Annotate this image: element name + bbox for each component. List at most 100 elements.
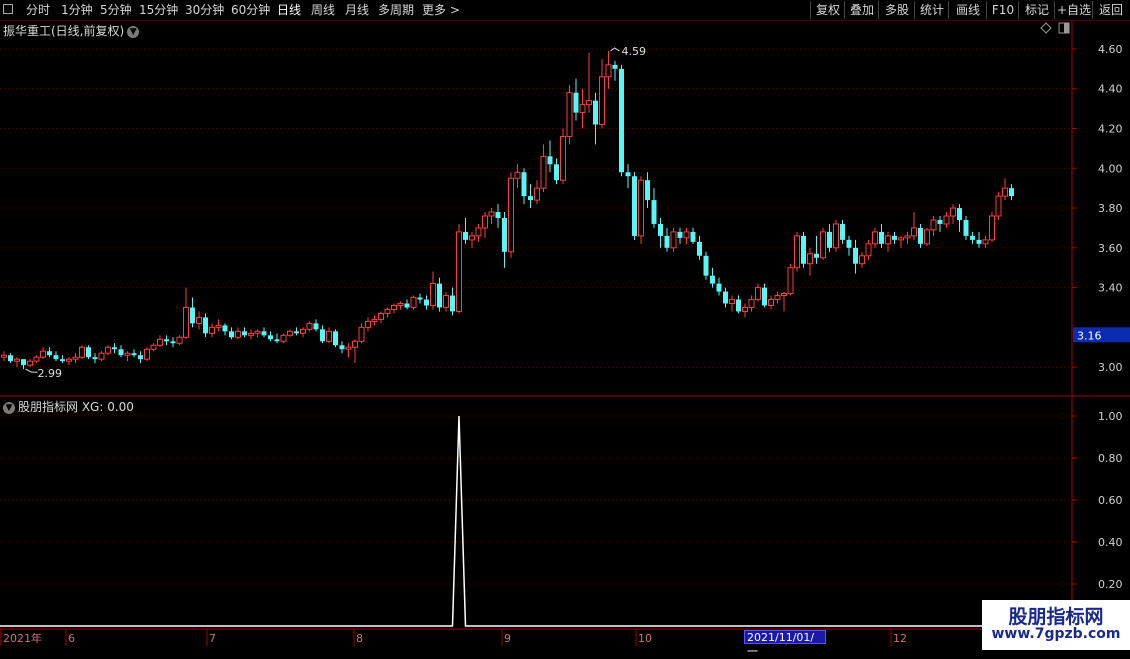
candle-body-up [66, 358, 72, 362]
indicator-tick-label: 0.60 [1098, 494, 1123, 507]
candle-body-down [937, 219, 943, 224]
candle-body-down [963, 219, 969, 236]
y-tick-label: 3.80 [1098, 202, 1123, 215]
candle-body-up [904, 235, 911, 239]
candle-body-up [456, 231, 462, 312]
candle-body-up [729, 299, 735, 305]
time-label: 9 [504, 632, 511, 645]
candle-body-up [774, 295, 781, 301]
candle-body-down [677, 231, 683, 238]
candle-body-up [14, 358, 20, 362]
candle-body-up [820, 231, 826, 259]
candle-body-up [248, 332, 254, 336]
high-price-label: 4.59 [622, 45, 647, 58]
candle-body-down [190, 307, 195, 324]
candle-body-down [827, 231, 832, 248]
indicator-tick-label: 0.40 [1098, 536, 1123, 549]
price-grid [0, 48, 1072, 368]
candle-body-up [989, 215, 995, 241]
candle-body-down [853, 247, 858, 264]
price-axis: 4.60 4.40 4.20 4.00 3.80 3.60 3.40 3.00 3.16 [0, 20, 1130, 646]
candle-body-up [787, 267, 794, 295]
time-label: 8 [356, 632, 363, 645]
candle-body-up [599, 76, 605, 126]
candle-body-up [79, 346, 85, 358]
candle-body-up [280, 334, 287, 342]
candle-body-down [268, 335, 273, 340]
candle-body-down [437, 283, 442, 308]
candle-body-down [1009, 188, 1014, 197]
candle-body-up [586, 100, 592, 106]
candle-body-down [131, 353, 137, 356]
candle-body-up [209, 326, 215, 334]
kline-chart[interactable]: 4.60 4.40 4.20 4.00 3.80 3.60 3.40 3.00 3.16 1.0… [0, 0, 1130, 650]
candle-body-up [443, 295, 449, 308]
indicator-name: 股朋指标网 XG: 0.00 [18, 400, 134, 414]
candle-body-up [326, 330, 332, 342]
candle-body-down [118, 349, 124, 356]
time-axis: 2021年 6 7 8 9 10 12 [0, 628, 1130, 646]
candle-body-down [92, 357, 98, 360]
candle-body-down [645, 180, 650, 201]
candle-body-up [378, 312, 384, 320]
crosshair-date-label: 2021/11/01/一 [744, 630, 826, 658]
candle-body-up [300, 328, 306, 334]
candle-body-up [560, 135, 566, 181]
candle-body-down [47, 351, 52, 356]
time-label: 6 [68, 632, 75, 645]
candle-body-up [683, 231, 690, 239]
candle-body-down [404, 303, 410, 308]
candle-body-up [794, 235, 800, 269]
candle-body-up [183, 306, 189, 338]
candle-body-up [482, 215, 488, 229]
indicator-title[interactable]: ▼ 股朋指标网 XG: 0.00 [3, 398, 134, 415]
chevron-down-icon[interactable]: ▼ [3, 401, 15, 414]
candle-body-down [294, 331, 299, 334]
candle-body-down [632, 176, 637, 236]
indicator-tick-label: 1.00 [1098, 410, 1123, 423]
candle-body-up [872, 231, 878, 245]
y-tick-label: 4.20 [1098, 123, 1123, 136]
time-label: 12 [893, 632, 907, 645]
candle-body-down [625, 172, 631, 177]
candle-body-down [242, 331, 247, 336]
candle-body-down [495, 212, 501, 218]
candle-body-down [710, 275, 715, 284]
candle-body-down [879, 231, 884, 244]
time-label: 10 [638, 632, 652, 645]
candle-body-down [339, 345, 345, 350]
candle-body-up [358, 326, 365, 342]
candle-body-up [566, 92, 573, 137]
indicator-tick-label: 0.80 [1098, 452, 1123, 465]
indicator-tick-label: 0.20 [1098, 578, 1123, 591]
candle-body-down [690, 231, 696, 242]
candle-body-up [898, 237, 904, 241]
candle-body-up [638, 179, 644, 237]
candle-body-up [469, 235, 475, 241]
candle-body-up [397, 303, 404, 306]
candle-body-up [40, 350, 46, 358]
candle-body-up [352, 340, 358, 348]
candle-body-down [651, 200, 657, 224]
candle-body-down [424, 299, 429, 306]
candle-body-up [1, 354, 7, 358]
candle-body-down [801, 235, 806, 264]
candle-body-up [534, 187, 540, 201]
candle-body-down [547, 156, 553, 165]
candle-body-down [846, 239, 852, 248]
watermark-url: www.7gpzb.com [991, 626, 1121, 642]
candle-body-up [365, 320, 371, 328]
candle-body-up [859, 255, 865, 265]
candle-body-up [105, 346, 111, 354]
candle-body-up [176, 336, 183, 344]
candle-body-down [918, 227, 923, 244]
candle-body-down [703, 255, 709, 276]
candle-body-up [670, 231, 677, 249]
y-tick-label: 4.60 [1098, 43, 1123, 56]
candle-body-up [930, 219, 937, 231]
y-tick-label: 4.00 [1098, 162, 1123, 175]
candle-body-down [60, 359, 65, 362]
candle-body-up [306, 322, 313, 330]
candle-body-down [723, 291, 728, 304]
candle-body-down [528, 196, 533, 201]
